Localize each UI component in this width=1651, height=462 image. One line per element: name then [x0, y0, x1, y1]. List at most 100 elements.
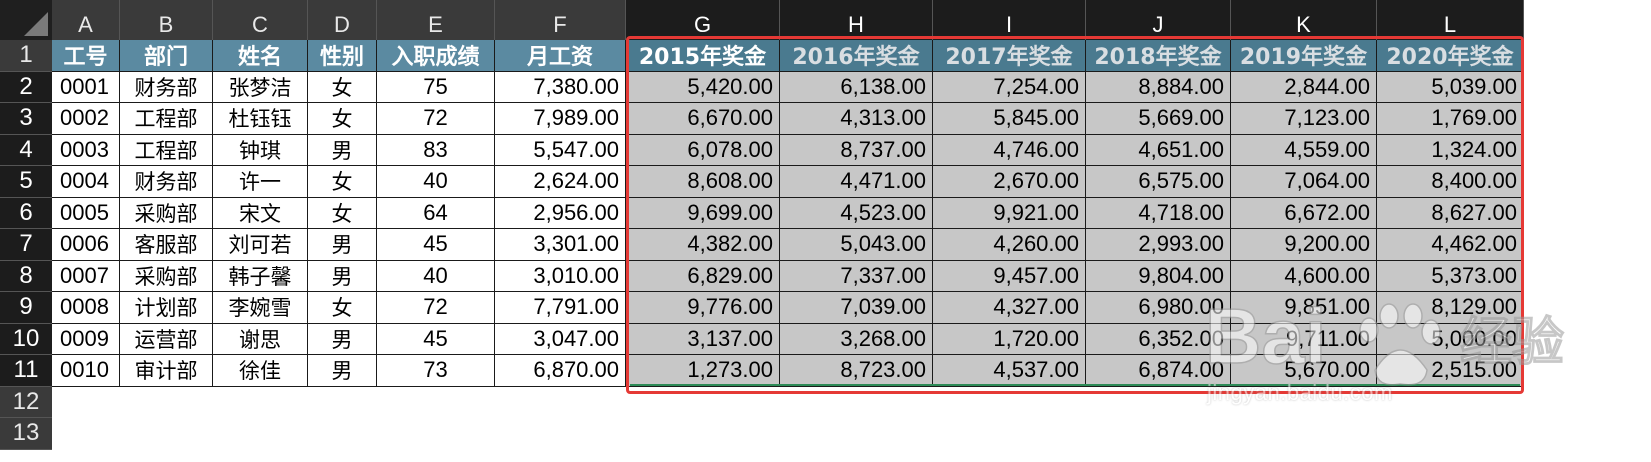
row-header-6[interactable]: 6 [0, 197, 52, 229]
data-cell[interactable]: 45 [377, 229, 495, 261]
header-cell[interactable]: 2019年奖金 [1231, 40, 1377, 72]
data-cell[interactable]: 钟琪 [213, 134, 308, 166]
data-cell[interactable]: 女 [308, 71, 377, 103]
data-cell[interactable]: 刘可若 [213, 229, 308, 261]
data-cell[interactable]: 6,874.00 [1086, 355, 1231, 387]
data-cell[interactable]: 采购部 [120, 197, 213, 229]
data-cell[interactable]: 40 [377, 166, 495, 198]
data-cell[interactable]: 男 [308, 355, 377, 387]
data-cell[interactable]: 8,884.00 [1086, 71, 1231, 103]
header-cell[interactable]: 部门 [120, 40, 213, 72]
column-header-b[interactable]: B [120, 0, 213, 40]
row-header-8[interactable]: 8 [0, 260, 52, 292]
data-cell[interactable]: 杜钰钰 [213, 103, 308, 135]
row-header-7[interactable]: 7 [0, 229, 52, 261]
data-cell[interactable]: 7,039.00 [780, 292, 933, 324]
data-cell[interactable]: 采购部 [120, 260, 213, 292]
data-cell[interactable]: 4,523.00 [780, 197, 933, 229]
data-cell[interactable]: 2,670.00 [933, 166, 1086, 198]
data-cell[interactable]: 3,301.00 [495, 229, 626, 261]
data-cell[interactable]: 6,870.00 [495, 355, 626, 387]
data-cell[interactable]: 谢思 [213, 323, 308, 355]
data-cell[interactable]: 审计部 [120, 355, 213, 387]
data-cell[interactable]: 2,624.00 [495, 166, 626, 198]
data-cell[interactable]: 40 [377, 260, 495, 292]
column-header-k[interactable]: K [1231, 0, 1377, 40]
data-cell[interactable]: 4,718.00 [1086, 197, 1231, 229]
data-cell[interactable]: 5,043.00 [780, 229, 933, 261]
header-cell[interactable]: 2018年奖金 [1086, 40, 1231, 72]
data-cell[interactable]: 5,670.00 [1231, 355, 1377, 387]
data-cell[interactable]: 财务部 [120, 166, 213, 198]
data-cell[interactable]: 男 [308, 323, 377, 355]
data-cell[interactable]: 李婉雪 [213, 292, 308, 324]
data-cell[interactable]: 男 [308, 229, 377, 261]
data-cell[interactable]: 1,324.00 [1377, 134, 1524, 166]
data-cell[interactable]: 1,720.00 [933, 323, 1086, 355]
data-cell[interactable]: 8,400.00 [1377, 166, 1524, 198]
data-cell[interactable]: 0004 [52, 166, 120, 198]
data-cell[interactable]: 4,746.00 [933, 134, 1086, 166]
data-cell[interactable]: 8,627.00 [1377, 197, 1524, 229]
data-cell[interactable]: 9,457.00 [933, 260, 1086, 292]
data-cell[interactable]: 4,471.00 [780, 166, 933, 198]
data-cell[interactable]: 0006 [52, 229, 120, 261]
data-cell[interactable]: 83 [377, 134, 495, 166]
data-cell[interactable]: 2,993.00 [1086, 229, 1231, 261]
data-cell[interactable]: 4,651.00 [1086, 134, 1231, 166]
data-cell[interactable]: 女 [308, 197, 377, 229]
data-cell[interactable]: 2,844.00 [1231, 71, 1377, 103]
data-cell[interactable]: 许一 [213, 166, 308, 198]
data-cell[interactable]: 7,064.00 [1231, 166, 1377, 198]
data-cell[interactable]: 0009 [52, 323, 120, 355]
row-header-12[interactable]: 12 [0, 386, 52, 418]
data-cell[interactable]: 4,327.00 [933, 292, 1086, 324]
data-cell[interactable]: 5,373.00 [1377, 260, 1524, 292]
data-cell[interactable]: 0003 [52, 134, 120, 166]
data-cell[interactable]: 9,200.00 [1231, 229, 1377, 261]
data-cell[interactable]: 9,851.00 [1231, 292, 1377, 324]
column-header-j[interactable]: J [1086, 0, 1231, 40]
data-cell[interactable]: 8,608.00 [626, 166, 780, 198]
data-cell[interactable]: 72 [377, 292, 495, 324]
column-header-e[interactable]: E [377, 0, 495, 40]
data-cell[interactable]: 8,737.00 [780, 134, 933, 166]
data-cell[interactable]: 工程部 [120, 103, 213, 135]
data-cell[interactable]: 4,559.00 [1231, 134, 1377, 166]
data-cell[interactable]: 3,268.00 [780, 323, 933, 355]
data-cell[interactable]: 1,769.00 [1377, 103, 1524, 135]
header-cell[interactable]: 2015年奖金 [626, 40, 780, 72]
header-cell[interactable]: 入职成绩 [377, 40, 495, 72]
data-cell[interactable]: 9,776.00 [626, 292, 780, 324]
row-header-13[interactable]: 13 [0, 418, 52, 450]
row-header-11[interactable]: 11 [0, 355, 52, 387]
data-cell[interactable]: 0002 [52, 103, 120, 135]
data-cell[interactable]: 男 [308, 134, 377, 166]
data-cell[interactable]: 工程部 [120, 134, 213, 166]
data-cell[interactable]: 女 [308, 103, 377, 135]
data-cell[interactable]: 5,420.00 [626, 71, 780, 103]
header-cell[interactable]: 2017年奖金 [933, 40, 1086, 72]
row-header-1[interactable]: 1 [0, 40, 52, 72]
data-cell[interactable]: 9,711.00 [1231, 323, 1377, 355]
data-cell[interactable]: 5,845.00 [933, 103, 1086, 135]
column-header-l[interactable]: L [1377, 0, 1524, 40]
data-cell[interactable]: 4,600.00 [1231, 260, 1377, 292]
data-cell[interactable]: 6,980.00 [1086, 292, 1231, 324]
data-cell[interactable]: 张梦洁 [213, 71, 308, 103]
data-cell[interactable]: 5,000.00 [1377, 323, 1524, 355]
data-cell[interactable]: 7,380.00 [495, 71, 626, 103]
data-cell[interactable]: 2,956.00 [495, 197, 626, 229]
data-cell[interactable]: 8,723.00 [780, 355, 933, 387]
data-cell[interactable]: 计划部 [120, 292, 213, 324]
data-cell[interactable]: 男 [308, 260, 377, 292]
row-header-4[interactable]: 4 [0, 134, 52, 166]
data-cell[interactable]: 6,352.00 [1086, 323, 1231, 355]
data-cell[interactable]: 75 [377, 71, 495, 103]
data-cell[interactable]: 0010 [52, 355, 120, 387]
data-cell[interactable]: 1,273.00 [626, 355, 780, 387]
data-cell[interactable]: 0001 [52, 71, 120, 103]
data-cell[interactable]: 8,129.00 [1377, 292, 1524, 324]
data-cell[interactable]: 64 [377, 197, 495, 229]
data-cell[interactable]: 女 [308, 292, 377, 324]
